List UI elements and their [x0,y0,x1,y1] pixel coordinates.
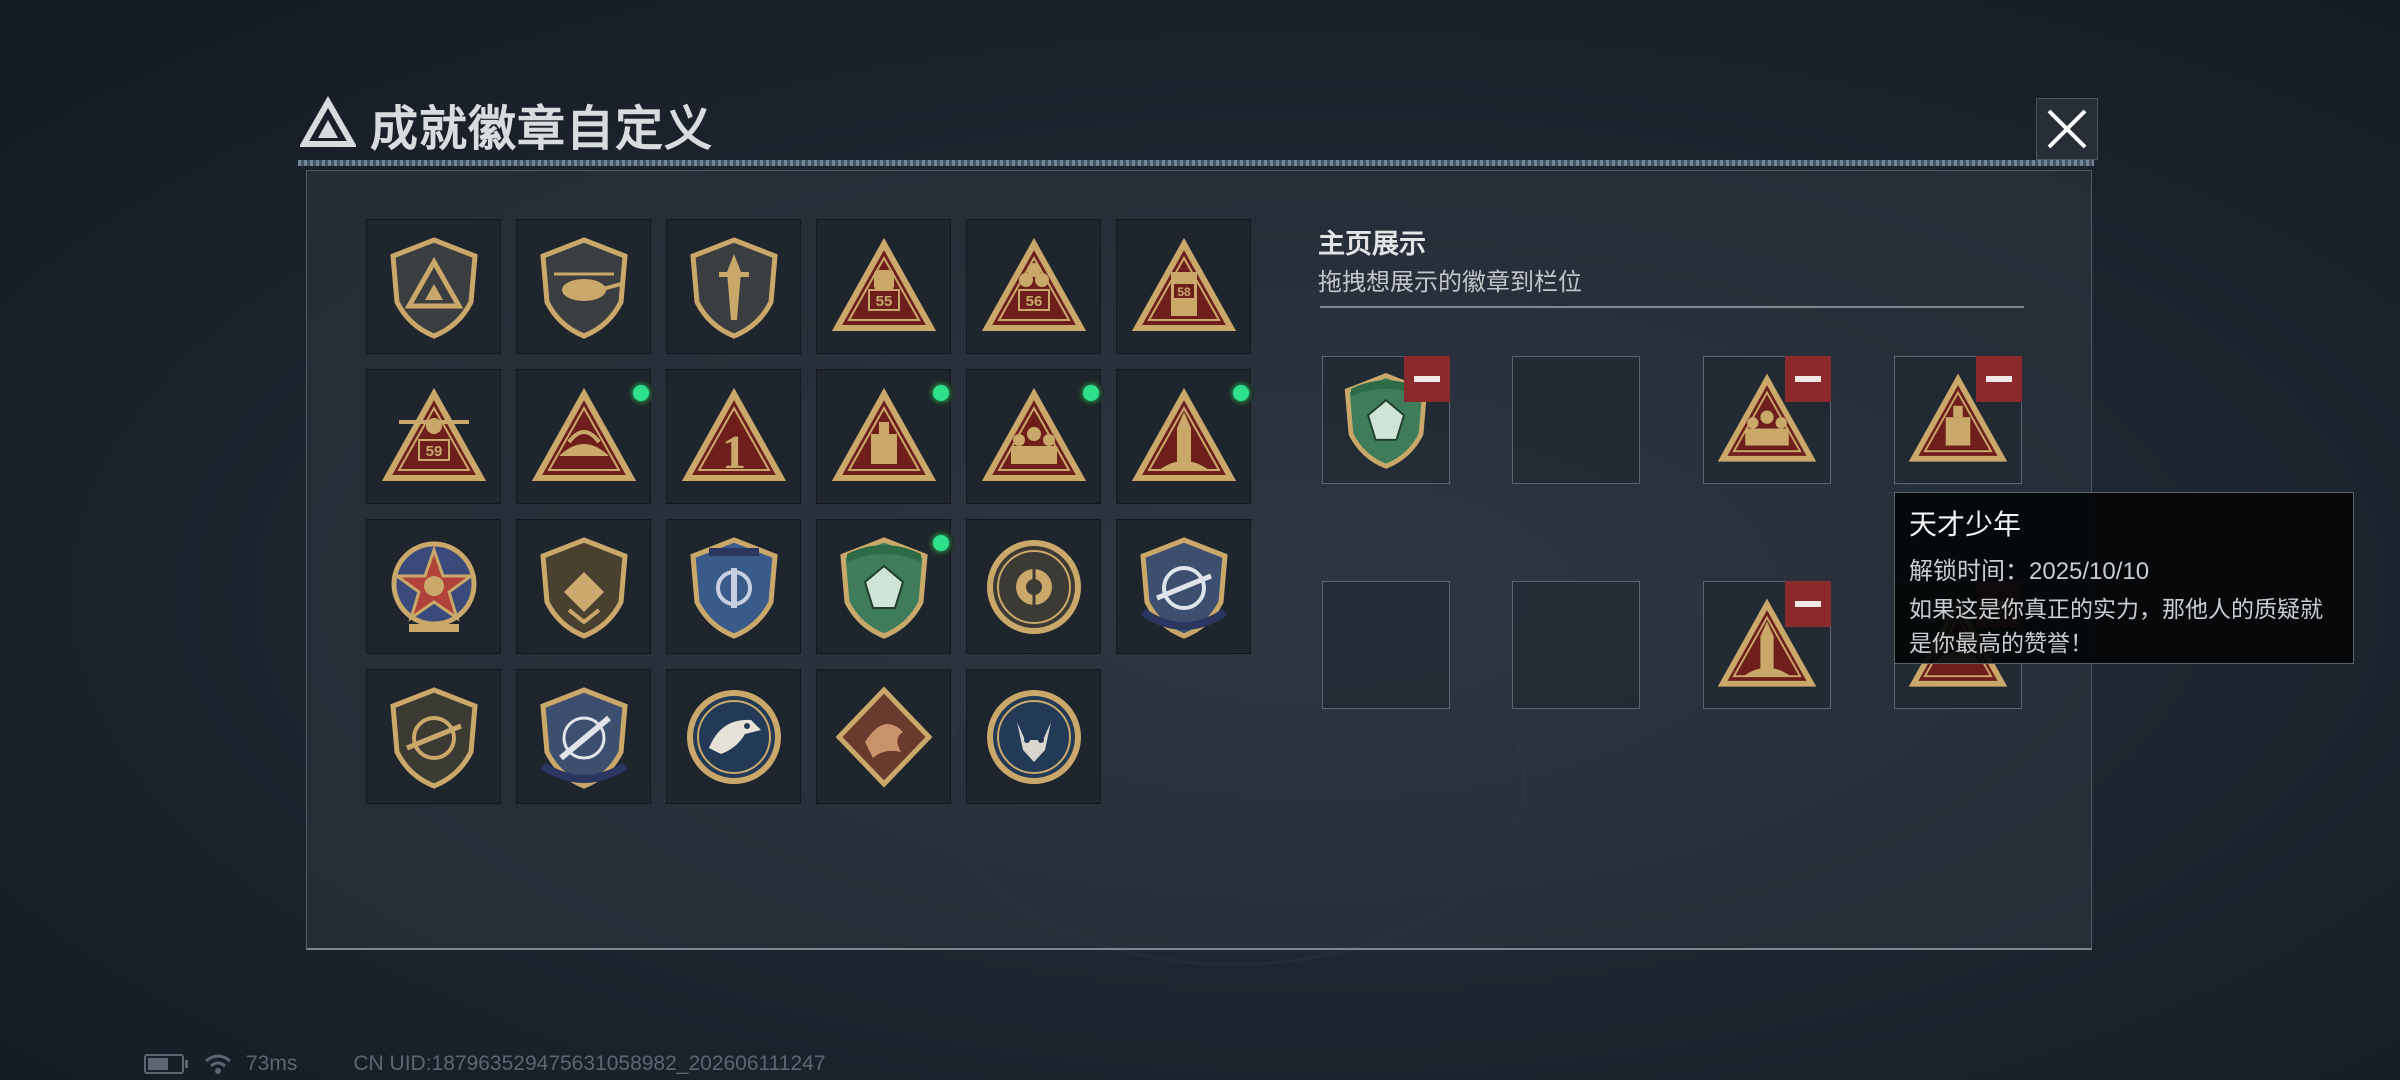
hat-triangle-badge-icon [531,387,636,481]
eagle-round-badge-icon [686,689,781,784]
badge-cell[interactable]: 55 [816,219,951,354]
gold-shield-badge-icon [539,536,628,639]
rifle-crosshair-gold-badge-icon [389,686,478,789]
svg-text:55: 55 [875,293,892,310]
logo-icon [300,96,356,147]
badge-cell[interactable] [816,369,954,504]
sword-wing-blue-badge-icon [539,686,628,789]
ping-value: 73ms [246,1052,298,1075]
remove-badge-button[interactable] [1785,581,1831,627]
svg-text:1: 1 [722,426,746,479]
title-divider [298,160,2094,166]
remove-badge-button[interactable] [1785,356,1831,402]
badge-cell[interactable] [966,369,1104,504]
showcase-slot-filled[interactable] [1703,356,1831,484]
wifi-icon [205,1054,231,1074]
page-title: 成就徽章自定义 [370,103,714,156]
badge-cell[interactable] [666,219,801,354]
badge-cell[interactable] [816,519,954,654]
badge-cell[interactable] [1116,369,1254,504]
badge-cell[interactable] [516,519,651,654]
locker-58-triangle-badge-icon: 58 [1131,237,1236,331]
number-one-triangle-badge-icon: 1 [681,387,786,481]
new-indicator [928,380,954,406]
badge-cell[interactable] [666,519,801,654]
blue-wing-shield-badge-icon [689,536,778,639]
uid-text: CN UID:1879635294756310589​82_2026061112… [353,1052,826,1075]
star-emblem-badge-icon [391,541,476,632]
tooltip-badge-name: 天才少年 [1909,509,2022,540]
backpack-55-triangle-badge-icon: 55 [831,237,936,331]
badge-tooltip: 天才少年 解锁时间：2025/10/10 如果这是你真正的实力，那他人的质疑就是… [1894,492,2354,664]
drone-59-triangle-badge-icon: 59 [381,387,486,481]
close-button[interactable] [2036,98,2098,160]
badge-cell[interactable] [366,219,501,354]
dagger-shield-badge-icon [689,236,778,339]
new-indicator [928,530,954,556]
badge-cell[interactable] [1116,519,1251,654]
remove-badge-button[interactable] [1404,356,1450,402]
showcase-slot-empty[interactable] [1322,581,1450,709]
close-icon [2047,109,2087,149]
title-bar: 成就徽章自定义 [300,92,713,156]
showcase-slot-empty[interactable] [1512,581,1640,709]
rocket-triangle-badge-icon [1131,387,1236,481]
svg-text:59: 59 [425,443,442,460]
remove-badge-button[interactable] [1976,356,2022,402]
showcase-subtitle: 拖拽想展示的徽章到栏位 [1318,269,1582,296]
badge-cell[interactable] [366,519,501,654]
shield-triangle-badge-icon [389,236,478,339]
badge-cell[interactable] [516,219,651,354]
showcase-title: 主页展示 [1318,229,1426,259]
wolf-round-badge-icon [986,689,1081,784]
showcase-slot-empty[interactable] [1512,356,1640,484]
new-indicator [1228,380,1254,406]
showcase-slot-filled[interactable] [1322,356,1450,484]
dragon-diamond-badge-icon [835,685,932,788]
rifle-crosshair-blue-badge-icon [1139,536,1228,639]
badge-cell[interactable] [816,669,951,804]
tooltip-description: 如果这是你真正的实力，那他人的质疑就是你最高的赞誉！ [1909,596,2323,656]
badge-cell[interactable] [516,369,654,504]
new-indicator [1078,380,1104,406]
showcase-slot-filled[interactable] [1703,581,1831,709]
status-bar: 73ms CN UID:1879635294756310589​82_20260… [144,1052,826,1076]
tooltip-unlock-time: 解锁时间：2025/10/10 [1909,558,2150,585]
crosshair-round-badge-icon [986,539,1081,634]
badge-cell[interactable] [966,669,1101,804]
squad-triangle-badge-icon [981,387,1086,481]
svg-text:56: 56 [1025,293,1042,310]
showcase-slot-filled[interactable] [1894,356,2022,484]
green-gem-shield-badge-icon [839,536,928,639]
svg-text:58: 58 [1177,285,1191,299]
badge-cell[interactable] [666,669,801,804]
badge-cell[interactable] [516,669,651,804]
battery-icon [144,1054,188,1074]
badge-cell[interactable]: 56 [966,219,1101,354]
badge-cell[interactable]: 1 [666,369,801,504]
badge-cell[interactable] [366,669,501,804]
new-indicator [628,380,654,406]
showcase-divider [1320,306,2024,308]
trio-56-triangle-badge-icon: 56 [981,237,1086,331]
badge-cell[interactable]: 59 [366,369,501,504]
badge-cell[interactable]: 58 [1116,219,1251,354]
badge-cell[interactable] [966,519,1101,654]
helicopter-shield-badge-icon [539,236,628,339]
crate-triangle-badge-icon [831,387,936,481]
